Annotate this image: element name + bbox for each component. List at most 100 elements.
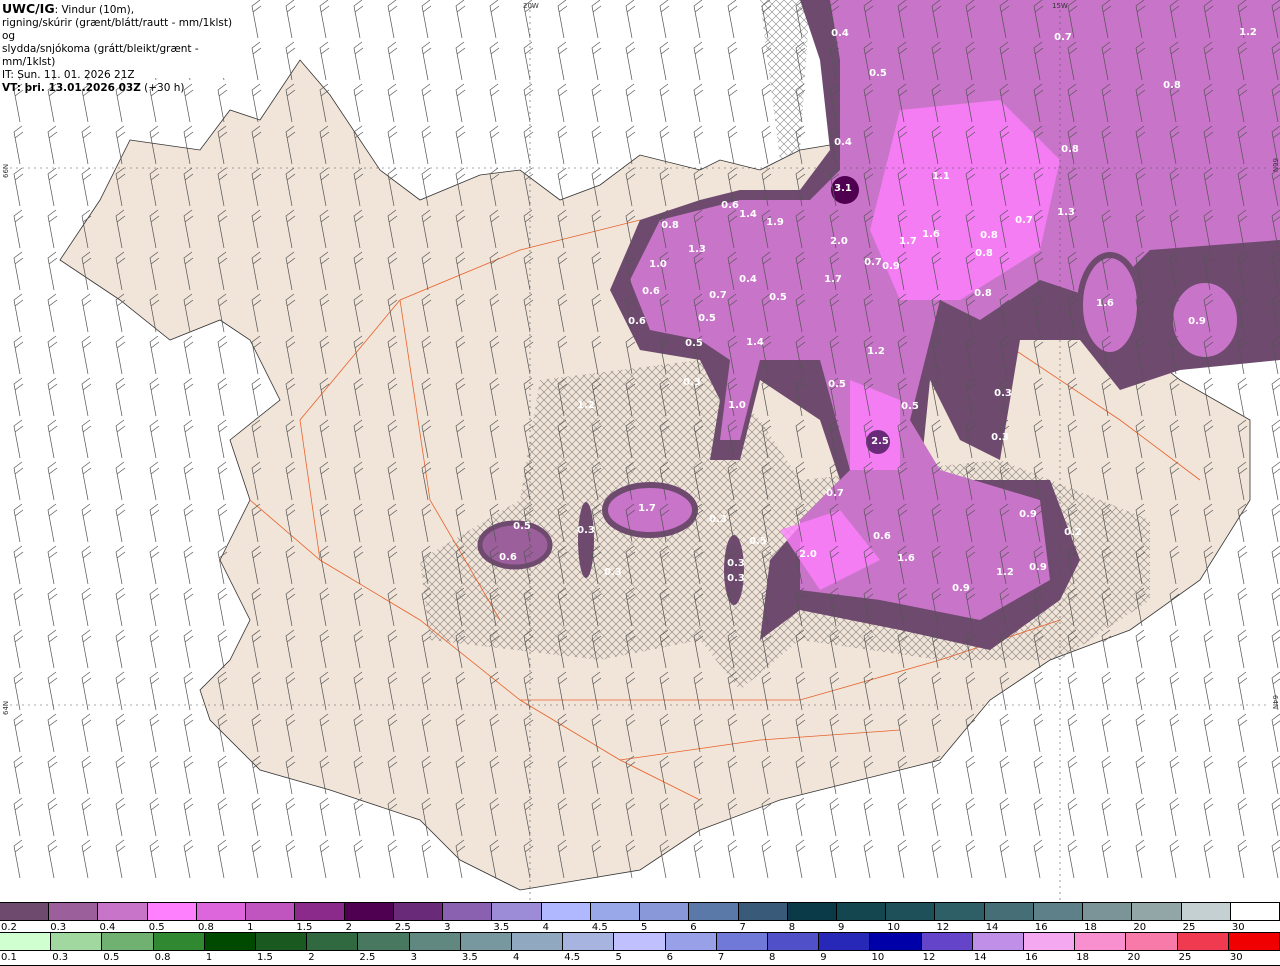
precip-value-label: 0.5 bbox=[749, 536, 767, 547]
init-time: IT: Sun. 11. 01. 2026 21Z bbox=[2, 69, 135, 81]
precip-value-label: 0.3 bbox=[727, 573, 745, 584]
legend-swatch bbox=[256, 933, 308, 950]
legend-swatch bbox=[1024, 933, 1076, 950]
legend-label: 18 bbox=[1076, 952, 1089, 963]
precip-value-label: 0.5 bbox=[828, 379, 846, 390]
valid-time: VT: þri. 13.01.2026 03Z bbox=[2, 82, 141, 94]
precip-value-label: 0.9 bbox=[1029, 562, 1047, 573]
legend-swatch bbox=[1181, 903, 1231, 920]
legend-swatch bbox=[768, 933, 820, 950]
precip-value-label: 0.3 bbox=[577, 525, 595, 536]
precip-value-label: 1.6 bbox=[1096, 298, 1114, 309]
lat-label-64n-right: 64N bbox=[1271, 695, 1279, 709]
legend-label: 4.5 bbox=[564, 952, 581, 963]
legend-label: 3 bbox=[410, 952, 417, 963]
legend-swatch bbox=[246, 903, 296, 920]
map-title: UWC/IG: Vindur (10m), rigning/skúrir (gr… bbox=[0, 0, 240, 94]
precip-value-label: 0.5 bbox=[901, 401, 919, 412]
legend-swatch bbox=[614, 933, 666, 950]
precip-value-label: 0.6 bbox=[642, 286, 660, 297]
precip-value-label: 0.6 bbox=[628, 316, 646, 327]
legend-swatch bbox=[1075, 933, 1127, 950]
legend-label: 1 bbox=[205, 952, 213, 963]
precip-value-label: 0.8 bbox=[1061, 144, 1079, 155]
legend-swatch bbox=[393, 903, 444, 920]
legend-swatch bbox=[0, 933, 52, 950]
legend-label: 25 bbox=[1178, 952, 1192, 963]
precip-value-label: 0.2 bbox=[1064, 527, 1082, 538]
legend-swatch bbox=[153, 933, 205, 950]
model-name: UWC/IG bbox=[2, 1, 55, 16]
legend-label: 3.5 bbox=[461, 952, 478, 963]
legend-swatch bbox=[716, 933, 769, 950]
legend-swatch bbox=[886, 903, 936, 920]
weather-map[interactable]: 0.40.50.40.7 1.20.80.83.11.10.61.41.90.81… bbox=[0, 0, 1280, 900]
precip-value-label: 0.5 bbox=[685, 338, 703, 349]
precip-value-label: 0.5 bbox=[869, 68, 887, 79]
lat-label-64n-left: 64N bbox=[2, 701, 10, 715]
precip-value-label: 1.9 bbox=[766, 217, 784, 228]
legend-label: 20 bbox=[1127, 952, 1141, 963]
precip-value-label: 0.7 bbox=[1054, 32, 1072, 43]
legend-label: 8 bbox=[769, 952, 776, 963]
precip-value-label: 0.5 bbox=[513, 521, 531, 532]
precip-value-label: 0.5 bbox=[769, 292, 787, 303]
precip-value-label: 1.6 bbox=[897, 553, 915, 564]
legend-swatch bbox=[204, 933, 257, 950]
legend-label: 1.5 bbox=[257, 952, 273, 963]
precip-value-label: 1.3 bbox=[1057, 207, 1075, 218]
legend-swatch bbox=[102, 933, 154, 950]
precip-value-label: 0.6 bbox=[721, 200, 739, 211]
legend-label: 6 bbox=[666, 952, 674, 963]
legend-swatch bbox=[49, 903, 99, 920]
lead-time: (+30 h) bbox=[140, 82, 185, 94]
precip-value-label: 0.5 bbox=[698, 313, 716, 324]
legend-swatch bbox=[1126, 933, 1178, 950]
precip-value-label: 0.8 bbox=[974, 288, 992, 299]
precip-value-label: 1.7 bbox=[899, 236, 917, 247]
precip-value-label: 2.5 bbox=[871, 436, 889, 447]
legend-swatch bbox=[921, 933, 973, 950]
legend-swatch bbox=[972, 933, 1025, 950]
legend-swatch bbox=[787, 903, 837, 920]
legend-swatch bbox=[1132, 903, 1182, 920]
legend-label: 2 bbox=[308, 952, 315, 963]
precip-value-label: 2.0 bbox=[799, 549, 817, 560]
precip-value-label: 0.6 bbox=[873, 531, 891, 542]
legend-swatch bbox=[1230, 903, 1280, 920]
precip-value-label: 0.4 bbox=[834, 137, 852, 148]
legend-swatch bbox=[0, 903, 50, 920]
legend-label: 10 bbox=[871, 952, 885, 963]
legend-label: 9 bbox=[820, 952, 827, 963]
legend-swatch bbox=[1177, 933, 1229, 950]
title-line2: rigning/skúrir (grænt/blátt/rautt - mm/1… bbox=[2, 17, 233, 42]
legend-label: 16 bbox=[1025, 952, 1038, 963]
precip-value-label: 0.6 bbox=[499, 552, 517, 563]
legend-label: 0.3 bbox=[52, 952, 69, 963]
legend-swatch bbox=[358, 933, 410, 950]
precip-value-label: 0.9 bbox=[882, 261, 900, 272]
lon-label-20w: 20W bbox=[523, 2, 539, 10]
precip-value-label: 1.2 bbox=[996, 567, 1014, 578]
precip-value-label: 0.4 bbox=[739, 274, 757, 285]
legend-swatch bbox=[443, 903, 493, 920]
legend-rain: 0.1 0.3 0.5 0.8 1 1.5 2 2.5 3 3.5 4 4.5 5 6 7 8 9 10 12 14 1… bbox=[0, 932, 1280, 966]
legend-swatch bbox=[1033, 903, 1084, 920]
precip-value-label: 0.3 bbox=[709, 514, 727, 525]
legend-swatch bbox=[640, 903, 690, 920]
legend-swatch bbox=[492, 903, 542, 920]
legend-label: 0.5 bbox=[103, 952, 120, 963]
precip-value-label: 1.3 bbox=[688, 244, 706, 255]
precip-value-label: 1.0 bbox=[728, 400, 746, 411]
title-line3: slydda/snjókoma (grátt/bleikt/grænt - mm… bbox=[2, 43, 199, 68]
legend-swatch bbox=[460, 933, 513, 950]
legend-swatch bbox=[344, 903, 394, 920]
legend-label: 30 bbox=[1229, 952, 1243, 963]
legend-swatch bbox=[563, 933, 615, 950]
precip-value-label: 0.7 bbox=[1015, 215, 1033, 226]
legend-swatch bbox=[541, 903, 591, 920]
legend-swatch bbox=[836, 903, 887, 920]
precip-value-label: 0.8 bbox=[661, 220, 679, 231]
legend-label: 4 bbox=[513, 952, 520, 963]
lat-label-66n-right: 66N bbox=[1271, 158, 1279, 172]
